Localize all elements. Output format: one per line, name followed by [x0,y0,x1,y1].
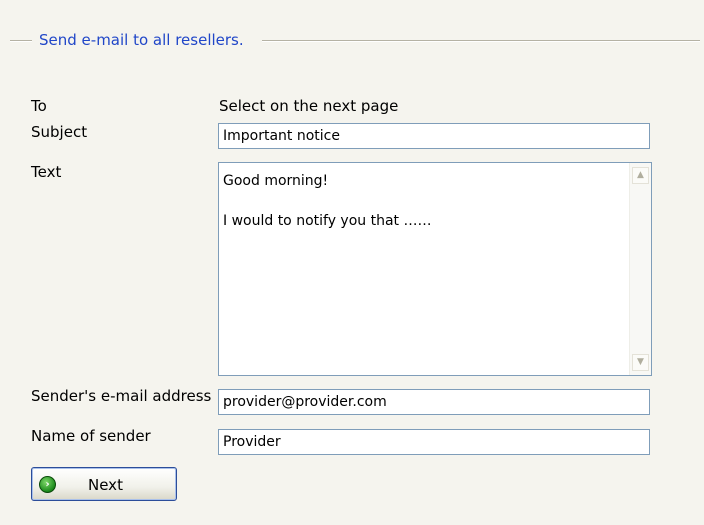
sender-name-label: Name of sender [31,427,151,445]
fieldset-legend: Send e-mail to all resellers. [10,28,700,49]
scroll-down-icon[interactable]: ▼ [632,354,649,371]
message-line [223,191,627,211]
sender-email-label: Sender's e-mail address [31,387,212,405]
subject-label: Subject [31,123,88,141]
text-label: Text [31,163,62,181]
message-line: I would to notify you that …… [223,213,432,229]
message-textarea[interactable]: Good morning! I would to notify you that… [218,162,652,376]
textarea-scrollbar[interactable]: ▲ ▼ [629,163,651,375]
next-button-label: Next [88,476,123,494]
to-label: To [31,97,47,115]
subject-input[interactable]: Important notice [218,123,650,149]
legend-divider-left [10,40,32,42]
next-button[interactable]: › Next [31,467,177,501]
to-value: Select on the next page [219,97,399,115]
sender-email-input[interactable]: provider@provider.com [218,389,650,415]
fieldset-title: Send e-mail to all resellers. [39,31,244,49]
message-text: Good morning! I would to notify you that… [223,171,627,231]
scroll-up-icon[interactable]: ▲ [632,167,649,184]
arrow-right-circle-icon: › [39,476,56,493]
message-line: Good morning! [223,173,329,189]
sender-name-input[interactable]: Provider [218,429,650,455]
legend-divider-right [262,40,700,42]
